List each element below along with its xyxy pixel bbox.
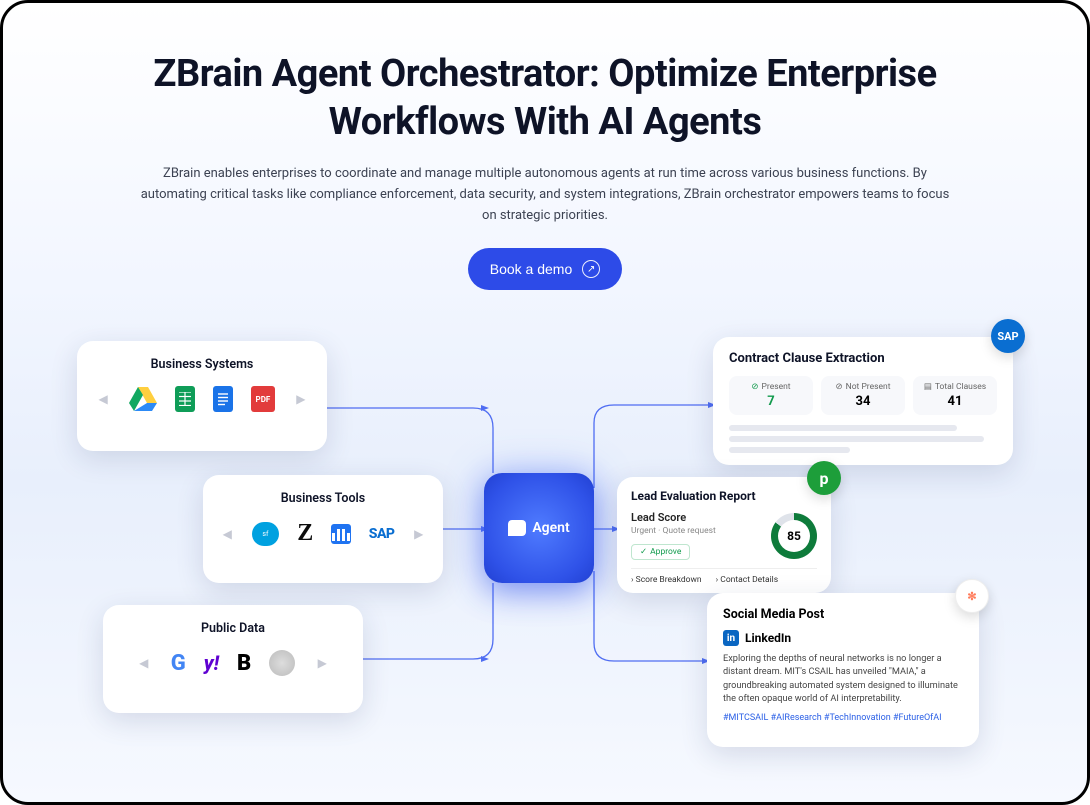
chevron-left-icon[interactable]: ◀ bbox=[135, 654, 153, 672]
intercom-icon bbox=[331, 524, 350, 544]
business-systems-card: Business Systems ◀ PDF ▶ bbox=[77, 341, 327, 451]
page-subtitle: ZBrain enables enterprises to coordinate… bbox=[135, 164, 955, 226]
agent-node: Agent bbox=[484, 473, 594, 583]
score-donut: 85 bbox=[771, 513, 817, 559]
public-data-title: Public Data bbox=[121, 621, 345, 636]
document-icon: ▤ bbox=[924, 382, 932, 392]
x-icon: ⊘ bbox=[836, 382, 843, 392]
sap-icon: SAP bbox=[369, 526, 395, 542]
lead-score-meta: Urgent · Quote request bbox=[631, 526, 716, 536]
salesforce-icon: sf bbox=[252, 522, 280, 546]
contract-clause-extraction-card: SAP Contract Clause Extraction ⊘Present … bbox=[713, 337, 1013, 465]
lead-evaluation-report-card: p Lead Evaluation Report Lead Score Urge… bbox=[617, 477, 831, 593]
sap-badge-icon: SAP bbox=[991, 319, 1025, 353]
platform-name: LinkedIn bbox=[745, 631, 791, 645]
chevron-right-icon[interactable]: ▶ bbox=[412, 525, 425, 543]
chat-bubble-icon bbox=[508, 520, 526, 536]
skeleton-line bbox=[729, 436, 984, 442]
business-tools-title: Business Tools bbox=[221, 491, 425, 506]
ler-title: Lead Evaluation Report bbox=[631, 489, 817, 503]
google-sheets-icon bbox=[175, 386, 195, 412]
google-icon: G bbox=[171, 651, 186, 676]
stat-total: ▤Total Clauses 41 bbox=[913, 376, 997, 415]
approve-button[interactable]: ✓ Approve bbox=[631, 544, 690, 560]
business-tools-card: Business Tools ◀ sf Z SAP ▶ bbox=[203, 475, 443, 583]
pdf-icon: PDF bbox=[251, 386, 275, 412]
chevron-left-icon[interactable]: ◀ bbox=[221, 525, 234, 543]
zendesk-icon: Z bbox=[297, 520, 313, 547]
post-hashtags: #MITCSAIL #AIResearch #TechInnovation #F… bbox=[723, 713, 963, 723]
cce-title: Contract Clause Extraction bbox=[729, 351, 997, 366]
chevron-left-icon[interactable]: ◀ bbox=[95, 390, 111, 408]
linkedin-icon: in bbox=[723, 630, 739, 646]
check-icon: ⊘ bbox=[751, 382, 758, 392]
skeleton-line bbox=[729, 447, 850, 453]
google-drive-icon bbox=[129, 387, 157, 411]
hubspot-badge-icon: ✼ bbox=[955, 579, 989, 613]
stat-present: ⊘Present 7 bbox=[729, 376, 813, 415]
yahoo-icon: y! bbox=[204, 651, 219, 675]
book-demo-button[interactable]: Book a demo ↗ bbox=[468, 248, 623, 290]
stat-not-present: ⊘Not Present 34 bbox=[821, 376, 905, 415]
bing-icon: B bbox=[237, 651, 251, 676]
lead-score-label: Lead Score bbox=[631, 511, 716, 524]
post-body: Exploring the depths of neural networks … bbox=[723, 652, 963, 705]
wikipedia-icon bbox=[269, 650, 295, 676]
skeleton-line bbox=[729, 425, 957, 431]
score-breakdown-link[interactable]: Score Breakdown bbox=[631, 575, 702, 585]
pipedrive-badge-icon: p bbox=[807, 461, 841, 495]
chevron-right-icon[interactable]: ▶ bbox=[293, 390, 309, 408]
agent-label: Agent bbox=[532, 520, 569, 536]
chevron-right-icon[interactable]: ▶ bbox=[313, 654, 331, 672]
business-systems-title: Business Systems bbox=[95, 357, 309, 372]
score-value: 85 bbox=[778, 520, 810, 552]
page-title: ZBrain Agent Orchestrator: Optimize Ente… bbox=[83, 51, 1007, 146]
google-docs-icon bbox=[213, 386, 233, 412]
public-data-card: Public Data ◀ G y! B ▶ bbox=[103, 605, 363, 713]
contact-details-link[interactable]: Contact Details bbox=[716, 575, 779, 585]
smp-title: Social Media Post bbox=[723, 607, 963, 622]
arrow-up-right-icon: ↗ bbox=[582, 260, 600, 278]
cta-label: Book a demo bbox=[490, 261, 573, 277]
social-media-post-card: ✼ Social Media Post in LinkedIn Explorin… bbox=[707, 593, 979, 747]
